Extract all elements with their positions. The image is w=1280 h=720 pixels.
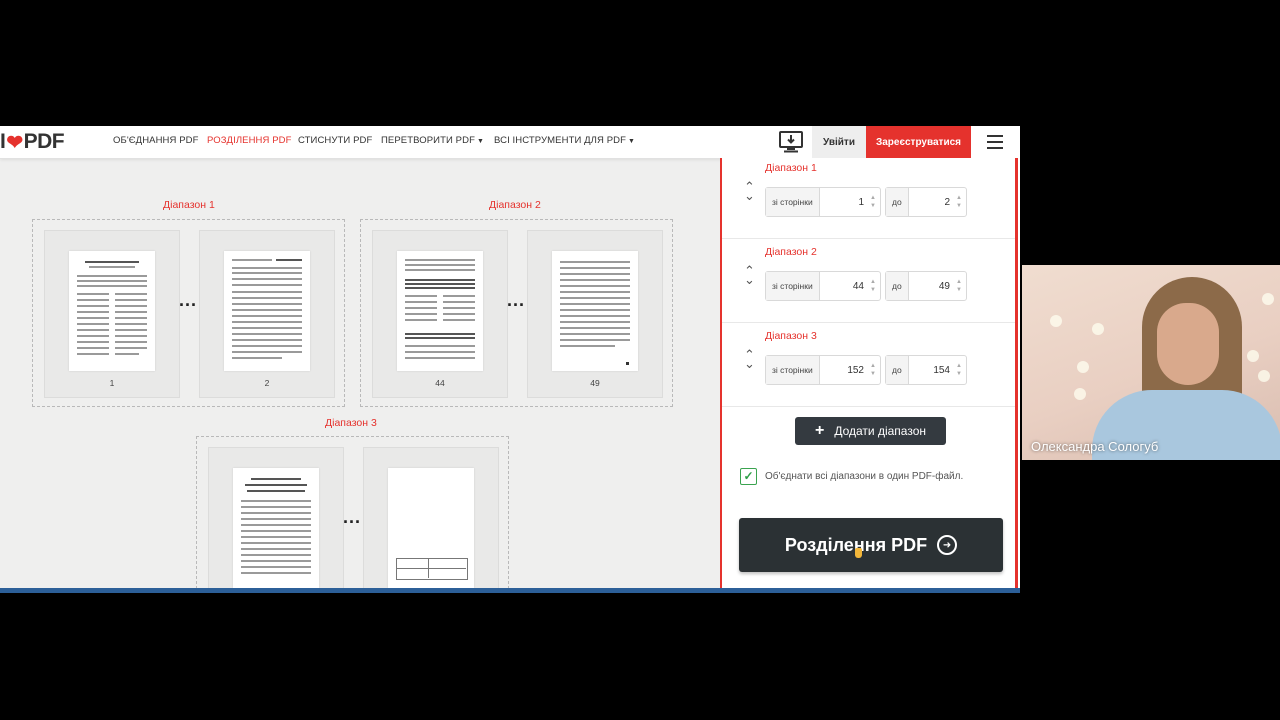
window-bottom-bar [0,588,1020,593]
merge-checkbox[interactable]: ✓ [740,467,757,485]
to-label: до [886,356,909,384]
ellipsis: ... [179,290,198,310]
from-label: зі сторінки [766,356,820,384]
range-title: Діапазон 1 [765,162,817,174]
to-value[interactable]: 49 [939,272,950,300]
page-preview [388,468,474,588]
range-from-input[interactable]: зі сторінки 44 ▲ ▼ [765,271,881,301]
merge-label: Об'єднати всі діапазони в один PDF-файл. [765,470,964,482]
nav-merge-pdf[interactable]: ОБ'ЄДНАННЯ PDF [113,135,199,146]
range-title: Діапазон 3 [765,330,817,342]
to-value[interactable]: 2 [944,188,950,216]
ilovepdf-window: I ❤ PDF ОБ'ЄДНАННЯ PDF РОЗДІЛЕННЯ PDF СТ… [0,126,1020,593]
add-range-label: Додати діапазон [834,424,926,438]
preview-range-3-label: Діапазон 3 [325,417,377,429]
heart-icon: ❤ [6,131,23,154]
page-number: 1 [109,378,115,388]
person-face [1157,303,1219,385]
webcam-video: Олександра Сологуб [1022,265,1280,460]
merge-ranges-option[interactable]: ✓ Об'єднати всі діапазони в один PDF-фай… [740,467,963,485]
ilovepdf-logo[interactable]: I ❤ PDF [0,130,65,154]
ellipsis: ... [507,290,526,310]
page-thumbnail[interactable] [208,447,344,593]
range-from-input[interactable]: зі сторінки 152 ▲ ▼ [765,355,881,385]
page-preview [224,251,310,371]
range-to-input[interactable]: до 2 ▲ ▼ [885,187,967,217]
arrow-right-circle-icon: ➜ [937,535,958,555]
nav-all-tools[interactable]: ВСІ ІНСТРУМЕНТИ ДЛЯ PDF ▼ [494,135,635,146]
stepper-icon[interactable]: ▲ ▼ [870,362,876,378]
stepper-icon[interactable]: ▲ ▼ [870,278,876,294]
background-dot [1247,350,1259,362]
from-value[interactable]: 1 [858,188,864,216]
background-dot [1258,370,1270,382]
from-value[interactable]: 152 [847,356,864,384]
page-thumbnail[interactable]: 49 [527,230,663,398]
hamburger-menu-icon[interactable] [980,131,1010,153]
page-preview [233,468,319,588]
nav-compress-pdf[interactable]: СТИСНУТИ PDF [298,135,372,146]
nav-all-tools-label: ВСІ ІНСТРУМЕНТИ ДЛЯ PDF [494,135,627,146]
sidebar-right-border [1015,158,1018,593]
nav-convert-pdf[interactable]: ПЕРЕТВОРИТИ PDF ▼ [381,135,484,146]
caret-down-icon: ▼ [628,138,636,145]
page-thumbnail[interactable]: 1 [44,230,180,398]
from-label: зі сторінки [766,188,820,216]
preview-range-1-label: Діапазон 1 [163,199,215,211]
stepper-icon[interactable]: ▲ ▼ [956,278,962,294]
page-number: 44 [435,378,445,388]
range-row-1: Діапазон 1 ⌃ ⌄ зі сторінки 1 ▲ ▼ до 2 ▲ ▼ [722,154,1015,239]
monitor-download-icon [779,131,803,153]
from-label: зі сторінки [766,272,820,300]
logo-text-i: I [0,130,6,153]
page-preview [397,251,483,371]
range-to-input[interactable]: до 154 ▲ ▼ [885,355,967,385]
background-dot [1074,388,1086,400]
background-dot [1262,293,1274,305]
range-row-3: Діапазон 3 ⌃ ⌄ зі сторінки 152 ▲ ▼ до 154 … [722,322,1015,407]
plus-icon: + [814,422,825,439]
page-preview [69,251,155,371]
preview-range-1-group: 1 ... 2 [32,219,345,407]
stepper-icon[interactable]: ▲ ▼ [956,194,962,210]
from-value[interactable]: 44 [853,272,864,300]
page-number: 49 [590,378,600,388]
mouse-cursor-icon [855,548,862,558]
range-from-input[interactable]: зі сторінки 1 ▲ ▼ [765,187,881,217]
stepper-icon[interactable]: ▲ ▼ [956,362,962,378]
to-value[interactable]: 154 [933,356,950,384]
drag-handle-icon[interactable]: ⌃ ⌄ [744,264,755,286]
to-label: до [886,272,909,300]
participant-name: Олександра Сологуб [1031,439,1159,454]
preview-range-2-group: 44 ... 49 [360,219,673,407]
split-pdf-button[interactable]: Розділення PDF ➜ [739,518,1003,572]
ellipsis: ... [343,507,362,527]
range-to-input[interactable]: до 49 ▲ ▼ [885,271,967,301]
page-preview [552,251,638,371]
to-label: до [886,188,909,216]
range-row-2: Діапазон 2 ⌃ ⌄ зі сторінки 44 ▲ ▼ до 49 ▲ ▼ [722,238,1015,323]
page-thumbnail[interactable] [363,447,499,593]
table-block [396,558,468,580]
checkmark-icon: ✓ [743,469,754,483]
stepper-icon[interactable]: ▲ ▼ [870,194,876,210]
logo-text-pdf: PDF [23,130,65,153]
preview-range-3-group: ... [196,436,509,593]
page-thumbnail[interactable]: 44 [372,230,508,398]
page-number: 2 [264,378,270,388]
background-dot [1077,361,1089,373]
caret-down-icon: ▼ [477,138,485,145]
background-dot [1092,323,1104,335]
range-title: Діапазон 2 [765,246,817,258]
drag-handle-icon[interactable]: ⌃ ⌄ [744,180,755,202]
background-dot [1050,315,1062,327]
drag-handle-icon[interactable]: ⌃ ⌄ [744,348,755,370]
nav-split-pdf[interactable]: РОЗДІЛЕННЯ PDF [207,135,292,146]
add-range-button[interactable]: + Додати діапазон [795,417,946,445]
nav-convert-pdf-label: ПЕРЕТВОРИТИ PDF [381,135,475,146]
page-thumbnail[interactable]: 2 [199,230,335,398]
split-options-sidebar: Діапазон 1 ⌃ ⌄ зі сторінки 1 ▲ ▼ до 2 ▲ ▼ Д… [720,158,1020,593]
preview-range-2-label: Діапазон 2 [489,199,541,211]
